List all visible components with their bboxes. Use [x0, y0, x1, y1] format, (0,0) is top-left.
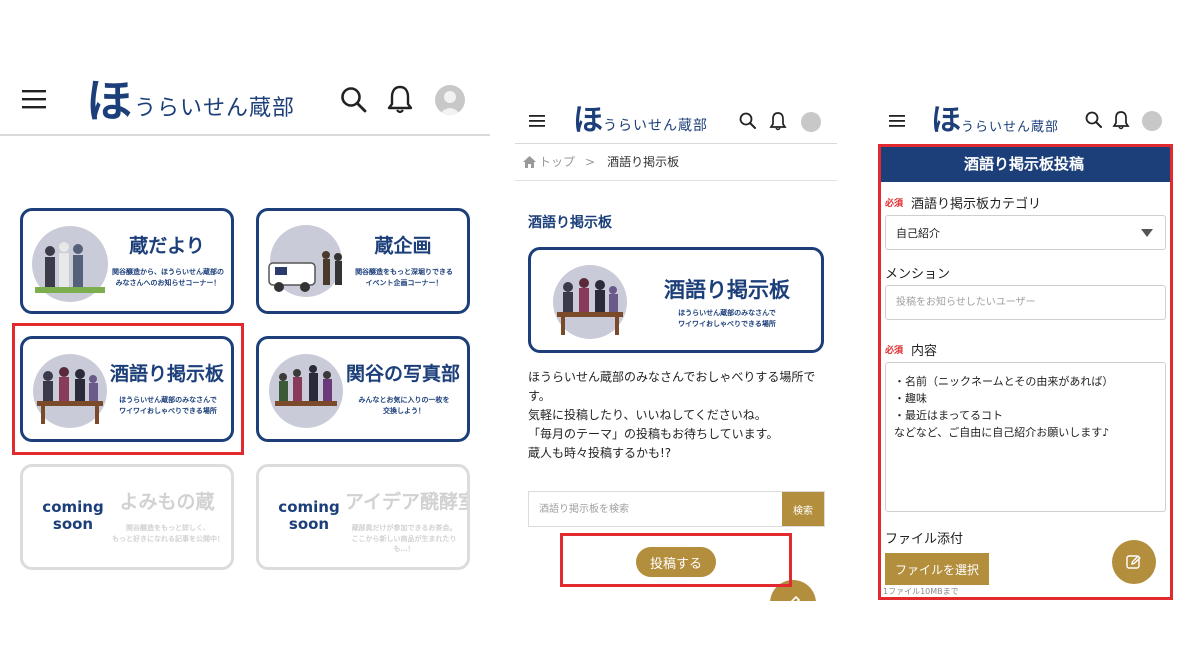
banner-description: ほうらいせん蔵部のみなさんで ワイワイおしゃべりできる場所 [678, 309, 776, 328]
description-line: 「毎月のテーマ」の投稿もお待ちしています。 [528, 427, 779, 441]
card-description: 蔵部員だけが参加できるお茶会。 ここから新しい商品が生まれたりも…！ [351, 524, 457, 553]
app-header: ほ うらいせん蔵部 [875, 100, 1175, 144]
board-banner: 酒語り掲示板 ほうらいせん蔵部のみなさんで ワイワイおしゃべりできる場所 [528, 247, 824, 353]
hamburger-menu-icon[interactable] [22, 89, 46, 109]
card-description: 関谷醸造をもっと深堀りできる イベント企画コーナー！ [355, 268, 453, 287]
search-icon[interactable] [739, 112, 757, 130]
board-search: 検索 [528, 491, 825, 527]
breadcrumb: トップ > 酒語り掲示板 [523, 153, 679, 170]
card-idea-hakkoushitsu: coming soon アイデア醗酵室 蔵部員だけが参加できるお茶会。 ここから… [256, 464, 470, 570]
divider [515, 180, 837, 181]
highlight-box [12, 323, 244, 455]
coming-soon-label: coming soon [278, 498, 340, 533]
bell-icon[interactable] [386, 84, 414, 114]
user-avatar-icon[interactable] [1142, 111, 1162, 131]
board-screen: ほ うらいせん蔵部 トップ > 酒語り掲示板 酒語り掲示板 酒語り掲示板 ほうら… [515, 0, 837, 667]
card-description: 関谷醸造をもっと詳しく、 もっと好きになれる記事を公開中！ [112, 524, 224, 543]
logo-mark: ほ [86, 74, 132, 128]
card-description: 関谷醸造から、ほうらいせん蔵部の みなさんへのお知らせコーナー！ [112, 268, 224, 287]
card-photo-club[interactable]: 関谷の写真部 みんなとお気に入りの一枚を 交換しよう！ [256, 336, 470, 442]
description-line: ほうらいせん蔵部のみなさんでおしゃべりする場所で [528, 370, 816, 384]
search-button[interactable]: 検索 [782, 492, 824, 526]
logo-text: うらいせん蔵部 [603, 118, 708, 134]
description-line: 気軽に投稿したり、いいねしてくださいね。 [528, 408, 767, 422]
hamburger-menu-icon[interactable] [889, 114, 905, 128]
logo-text: うらいせん蔵部 [134, 96, 296, 121]
user-avatar-icon[interactable] [801, 112, 821, 132]
highlight-box [878, 144, 1173, 600]
home-screen: ほ うらいせん蔵部 蔵だより 関谷醸造から、ほうらいせん蔵部の みなさんへのお知… [0, 0, 490, 667]
user-avatar-icon[interactable] [435, 85, 465, 115]
breadcrumb-current: 酒語り掲示板 [607, 155, 680, 169]
post-form-screen: ほ うらいせん蔵部 酒語り掲示板投稿 必須 酒語り掲示板カテゴリ 自己紹介 メン… [875, 0, 1175, 667]
card-description: みんなとお気に入りの一枚を 交換しよう！ [358, 396, 450, 415]
site-logo[interactable]: ほ うらいせん蔵部 [573, 106, 708, 136]
card-title: 蔵企画 [374, 235, 432, 257]
card-illustration [269, 354, 343, 428]
card-kura-kikaku[interactable]: 蔵企画 関谷醸造をもっと深堀りできる イベント企画コーナー！ [256, 208, 470, 314]
description-line: 蔵人も時々投稿するかも!? [528, 446, 672, 460]
site-logo[interactable]: ほ うらいせん蔵部 [86, 78, 295, 124]
board-description: ほうらいせん蔵部のみなさんでおしゃべりする場所で す。 気軽に投稿したり、いいね… [528, 368, 828, 463]
logo-mark: ほ [573, 103, 603, 138]
breadcrumb-home[interactable]: トップ [539, 153, 575, 170]
card-kura-dayori[interactable]: 蔵だより 関谷醸造から、ほうらいせん蔵部の みなさんへのお知らせコーナー！ [20, 208, 234, 314]
coming-soon-label: coming soon [42, 498, 104, 533]
bell-icon[interactable] [769, 111, 787, 131]
breadcrumb-separator: > [585, 154, 596, 169]
banner-illustration [553, 265, 627, 339]
card-title: 関谷の写真部 [345, 363, 460, 385]
site-logo[interactable]: ほ うらいせん蔵部 [931, 106, 1059, 136]
logo-text: うらいせん蔵部 [961, 119, 1060, 135]
card-title: 蔵だより [129, 235, 205, 257]
search-icon[interactable] [1085, 111, 1103, 129]
app-header: ほ うらいせん蔵部 [0, 68, 490, 136]
banner-title: 酒語り掲示板 [664, 278, 790, 302]
search-icon[interactable] [340, 86, 368, 114]
card-yomimono-gura: coming soon よみもの蔵 関谷醸造をもっと詳しく、 もっと好きになれる… [20, 464, 234, 570]
highlight-box [560, 533, 792, 587]
hamburger-menu-icon[interactable] [529, 114, 545, 128]
card-illustration [32, 226, 108, 302]
board-search-input[interactable] [529, 492, 782, 526]
app-header: ほ うらいせん蔵部 [515, 100, 837, 144]
bell-icon[interactable] [1112, 110, 1130, 130]
card-illustration [268, 225, 342, 297]
logo-mark: ほ [931, 103, 961, 138]
home-icon[interactable] [523, 155, 536, 168]
card-title: よみもの蔵 [119, 491, 215, 513]
description-line: す。 [528, 389, 551, 403]
card-title: アイデア醗酵室 [345, 491, 470, 513]
page-title: 酒語り掲示板 [528, 215, 612, 231]
